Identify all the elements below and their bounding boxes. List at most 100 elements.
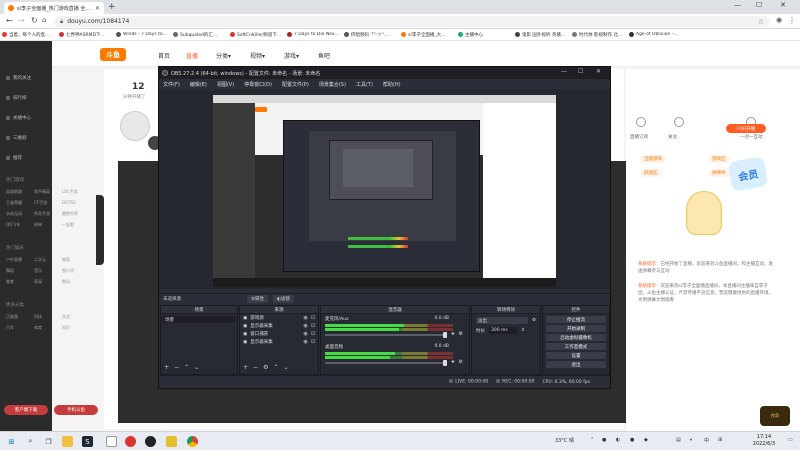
obs-menu-item[interactable]: 配置文件(P) bbox=[282, 81, 309, 88]
vip-emblem-icon[interactable]: 传奇 bbox=[760, 406, 790, 426]
tray-app-icon[interactable]: ● bbox=[630, 437, 634, 443]
visibility-eye-icon[interactable]: ◉ bbox=[303, 339, 307, 345]
bookmark-item[interactable]: SoftCnKiller频道下... bbox=[230, 32, 287, 38]
sidebar-category-link[interactable]: LOL手游 bbox=[62, 189, 90, 195]
move-down-icon[interactable]: ⌄ bbox=[194, 364, 199, 371]
sidebar-category-link[interactable]: 二次元 bbox=[34, 257, 62, 263]
obs-menu-item[interactable]: 视图(V) bbox=[217, 81, 234, 88]
sidebar-category-link[interactable]: 颜值 bbox=[62, 257, 90, 263]
add-icon[interactable]: + bbox=[243, 364, 248, 371]
notifications-icon[interactable]: ▭ bbox=[788, 437, 793, 443]
obs-menu-item[interactable]: 场景集合(S) bbox=[319, 81, 346, 88]
new-tab-button[interactable]: + bbox=[108, 2, 116, 12]
sidebar-item[interactable]: 我的关注 bbox=[6, 75, 31, 81]
chrome-icon[interactable] bbox=[187, 436, 198, 447]
move-down-icon[interactable]: ⌄ bbox=[283, 364, 288, 371]
sidebar-category-link[interactable]: 正能量 bbox=[6, 314, 34, 320]
bookmark-item[interactable]: s/李子全面播_大... bbox=[401, 32, 458, 38]
nav-link-2[interactable]: 分类▾ bbox=[216, 51, 231, 60]
source-item[interactable]: ▣ 显示器采集 ◉ ⊡ bbox=[240, 338, 318, 346]
sidebar-category-link[interactable]: 知识 bbox=[62, 325, 90, 331]
bookmark-item[interactable]: 7 Days to Die Nex... bbox=[287, 32, 344, 37]
sidebar-category-link[interactable]: 舞蹈 bbox=[6, 268, 34, 274]
lock-icon[interactable]: ⊡ bbox=[311, 331, 315, 337]
sidebar-footer-button[interactable]: 客户端下载 bbox=[4, 405, 48, 415]
bookmark-item[interactable]: 七界神ASRMD下... bbox=[59, 32, 116, 38]
bookmark-item[interactable]: Age of Oblivion -... bbox=[629, 32, 686, 37]
sidebar-category-link[interactable]: 文化 bbox=[62, 314, 90, 320]
scene-item[interactable]: 场景 bbox=[163, 316, 235, 323]
tray-app-icon[interactable]: ◐ bbox=[616, 437, 620, 443]
forward-icon[interactable]: → bbox=[18, 16, 25, 25]
visibility-eye-icon[interactable]: ◉ bbox=[303, 331, 307, 337]
nav-link-5[interactable]: 鱼吧 bbox=[318, 51, 330, 60]
sidebar-category-link[interactable]: 音乐 bbox=[34, 268, 62, 274]
app-icon[interactable] bbox=[106, 436, 117, 447]
obs-menu-item[interactable]: 帮助(H) bbox=[383, 81, 401, 88]
maximize-icon[interactable]: ☐ bbox=[756, 1, 762, 9]
source-item[interactable]: ▣ 显示器采集 ◉ ⊡ bbox=[240, 322, 318, 330]
nav-link-0[interactable]: 首页 bbox=[158, 51, 170, 60]
ime-icon[interactable]: 中 bbox=[704, 437, 709, 444]
volume-slider[interactable] bbox=[325, 334, 445, 336]
obs-menu-item[interactable]: 编辑(E) bbox=[190, 81, 207, 88]
settings-gear-icon[interactable]: ⚙ bbox=[263, 364, 268, 371]
control-button-4[interactable]: 设置 bbox=[546, 352, 606, 359]
sidebar-item[interactable]: 三维剧 bbox=[6, 135, 27, 141]
source-item[interactable]: ▣ 游戏源 ◉ ⊡ bbox=[240, 314, 318, 322]
sidebar-category-link[interactable]: 英雄联盟 bbox=[6, 189, 34, 195]
nav-link-1[interactable]: 直播 bbox=[186, 51, 198, 60]
sidebar-category-link[interactable]: 原神 bbox=[34, 222, 62, 228]
move-up-icon[interactable]: ⌃ bbox=[184, 364, 189, 371]
visibility-eye-icon[interactable]: ◉ bbox=[303, 323, 307, 329]
bookmark-item[interactable]: 当着，每个人的直... bbox=[2, 32, 59, 38]
sidebar-category-link[interactable]: 汽车 bbox=[6, 325, 34, 331]
obs-close-icon[interactable]: ✕ bbox=[596, 68, 601, 75]
bookmark-item[interactable]: Subqualed的汇... bbox=[173, 32, 230, 38]
sidebar-category-link[interactable]: 永劫无间 bbox=[6, 211, 34, 217]
sidebar-category-link[interactable]: 魔兽世界 bbox=[62, 211, 90, 217]
nav-link-3[interactable]: 视频▾ bbox=[250, 51, 265, 60]
sidebar-footer-button[interactable]: 手机斗鱼 bbox=[54, 405, 98, 415]
bookmark-item[interactable]: 挤唱频码「°·ツ°... bbox=[344, 32, 401, 38]
tray-app-icon[interactable]: ● bbox=[602, 437, 606, 443]
tray-chevron-icon[interactable]: ⌃ bbox=[590, 437, 594, 443]
right-panel-tag[interactable]: 颜值区 bbox=[640, 169, 662, 177]
transition-select[interactable]: 淡出 bbox=[476, 317, 528, 324]
browser-tab[interactable]: s/李子全面播_热门游戏直播 全... ✕ bbox=[4, 2, 104, 14]
right-panel-button-icon[interactable] bbox=[636, 117, 646, 127]
streamer-avatar[interactable] bbox=[120, 111, 150, 141]
input-mode-icon[interactable]: ⊞ bbox=[718, 437, 722, 443]
bookmark-item[interactable]: Winds - 7 Days to... bbox=[116, 32, 173, 37]
duration-input[interactable]: 300 ms bbox=[489, 327, 517, 334]
reload-icon[interactable]: ↻ bbox=[31, 16, 38, 25]
lock-icon[interactable]: ⊡ bbox=[311, 323, 315, 329]
task-view-icon[interactable]: ❐ bbox=[43, 436, 54, 447]
filters-button[interactable]: ◐滤镜 bbox=[273, 295, 294, 303]
app-yellow-icon[interactable] bbox=[166, 436, 177, 447]
right-panel-tag[interactable]: 游戏区 bbox=[708, 155, 730, 163]
sidebar-category-link[interactable]: 脱口秀 bbox=[62, 268, 90, 274]
bookmark-item[interactable]: 主播中心 bbox=[458, 32, 515, 38]
sidebar-category-link[interactable]: 和平精英 bbox=[34, 189, 62, 195]
obs-minimize-icon[interactable]: — bbox=[561, 68, 567, 75]
right-panel-tag[interactable]: 全能游戏 bbox=[640, 155, 666, 163]
control-button-1[interactable]: 开始录制 bbox=[546, 325, 606, 332]
lock-icon[interactable]: ⊡ bbox=[311, 339, 315, 345]
obs-preview-canvas[interactable] bbox=[213, 95, 556, 287]
right-panel-button-icon[interactable] bbox=[674, 117, 684, 127]
control-button-2[interactable]: 启动虚拟摄像机 bbox=[546, 334, 606, 341]
tray-app-icon[interactable]: ◆ bbox=[644, 437, 648, 443]
weather-widget[interactable]: 33°C 晴 bbox=[555, 437, 574, 444]
sidebar-category-link[interactable]: 体育 bbox=[34, 325, 62, 331]
sidebar-category-link[interactable]: 科技 bbox=[34, 314, 62, 320]
remove-icon[interactable]: − bbox=[253, 364, 258, 371]
right-panel-button[interactable]: 直播订阅 bbox=[630, 134, 648, 140]
close-window-icon[interactable]: ✕ bbox=[780, 1, 786, 9]
settings-gear-icon[interactable]: ⚙ bbox=[459, 331, 463, 337]
speaker-icon[interactable]: 🔊︎ bbox=[451, 331, 454, 337]
bookmark-star-icon[interactable]: ☆ bbox=[758, 18, 764, 26]
address-bar[interactable]: 🔒︎ douyu.com/1084174 ☆ bbox=[54, 16, 770, 27]
sidebar-category-link[interactable]: 萌宠 bbox=[34, 279, 62, 285]
bookmark-item[interactable]: 时代帅 影视制作 北... bbox=[572, 32, 629, 38]
